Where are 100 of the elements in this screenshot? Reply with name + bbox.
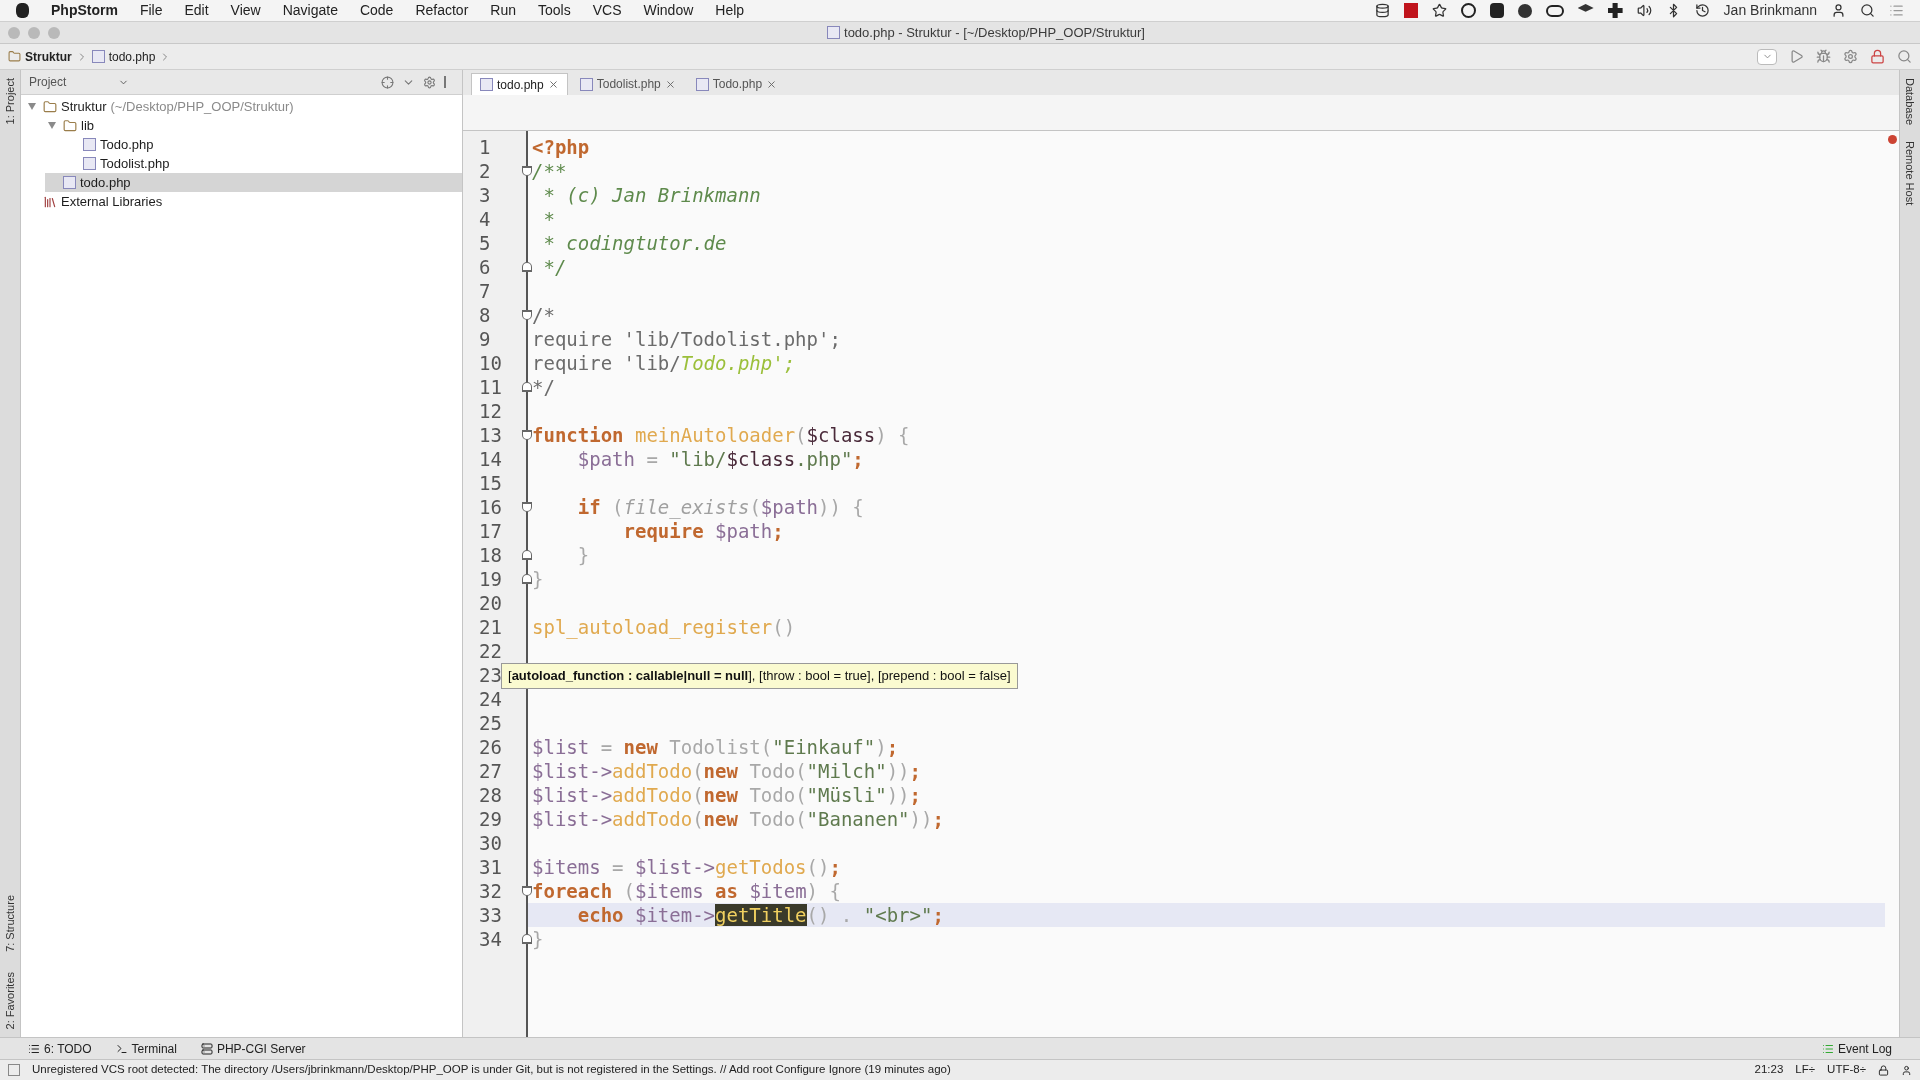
tray-icon[interactable]: [1545, 4, 1564, 17]
run-icon[interactable]: [1789, 49, 1804, 64]
code-line: <?php: [532, 134, 590, 160]
editor-tab[interactable]: Todo.php: [687, 73, 786, 95]
error-icon[interactable]: [1887, 135, 1897, 144]
event-log-tab[interactable]: Event Log: [1821, 1039, 1892, 1058]
tray-icon[interactable]: [1374, 3, 1390, 18]
code-line: require 'lib/Todo.php';: [532, 350, 796, 376]
user-name[interactable]: Jan Brinkmann: [1723, 0, 1817, 21]
menu-item[interactable]: Navigate: [282, 0, 338, 21]
tool-tab[interactable]: 6: TODO: [28, 1039, 92, 1058]
code-line: echo $item->getTitle() . "<br>";: [576, 902, 944, 928]
side-tab[interactable]: Remote Host: [1901, 141, 1919, 206]
code-line: /**: [532, 158, 567, 184]
editor-tab[interactable]: todo.php: [471, 73, 568, 95]
lock-icon[interactable]: [1878, 1064, 1889, 1076]
menu-item[interactable]: Tools: [538, 0, 571, 21]
time-machine-icon[interactable]: [1694, 3, 1710, 18]
file-encoding[interactable]: UTF-8÷: [1827, 1061, 1866, 1079]
fold-marker-icon[interactable]: [522, 886, 532, 896]
fold-marker-icon[interactable]: [522, 934, 532, 944]
star-icon[interactable]: [1431, 3, 1447, 18]
tree-label: External Libraries: [61, 192, 163, 211]
volume-icon[interactable]: [1636, 3, 1652, 18]
line-number: 18: [478, 542, 502, 568]
code-line: }: [532, 926, 544, 952]
tree-label: Todolist.php: [100, 154, 170, 173]
fold-marker-icon[interactable]: [522, 502, 532, 512]
tree-item[interactable]: Struktur (~/Desktop/PHP_OOP/Struktur): [25, 97, 462, 116]
tree-item[interactable]: Todolist.php: [65, 154, 462, 173]
php-file-icon: [63, 176, 76, 189]
code-line: $list->addTodo(new Todo("Bananen"));: [532, 806, 944, 832]
tool-tab[interactable]: Terminal: [115, 1039, 177, 1058]
line-number: 27: [478, 758, 502, 784]
code-line: $list->addTodo(new Todo("Müsli"));: [532, 782, 921, 808]
side-tab[interactable]: Database: [1901, 78, 1919, 126]
lock-icon[interactable]: [1870, 49, 1885, 64]
menu-item[interactable]: Help: [715, 0, 745, 21]
fold-marker-icon[interactable]: [522, 430, 532, 440]
tree-item[interactable]: lib: [45, 116, 462, 135]
line-number: 26: [478, 734, 502, 760]
line-number: 23: [478, 662, 502, 688]
code-line: }: [576, 542, 590, 568]
tool-tab-label: PHP-CGI Server: [216, 1040, 306, 1058]
expand-arrow-icon[interactable]: [28, 103, 36, 110]
tree-hint: (~/Desktop/PHP_OOP/Struktur): [110, 97, 294, 116]
gear-icon[interactable]: [1843, 49, 1858, 64]
code-line: $list->addTodo(new Todo("Milch"));: [532, 758, 921, 784]
line-number: 22: [478, 638, 502, 664]
line-number: 33: [478, 902, 502, 928]
close-icon[interactable]: [664, 78, 676, 90]
tree-item[interactable]: Todo.php: [65, 135, 462, 154]
app-menu[interactable]: PhpStorm: [51, 0, 118, 21]
line-number: 13: [478, 422, 502, 448]
menu-item[interactable]: Window: [643, 0, 694, 21]
menu-item[interactable]: Run: [490, 0, 516, 21]
tray-icon[interactable]: [1460, 3, 1476, 18]
user-icon[interactable]: [1831, 3, 1846, 18]
php-file-icon: [579, 77, 593, 91]
tree-item[interactable]: todo.php: [45, 173, 462, 192]
fold-marker-icon[interactable]: [522, 382, 532, 392]
side-tab[interactable]: 2: Favorites: [1, 971, 19, 1029]
fold-marker-icon[interactable]: [522, 574, 532, 584]
panel-toggle-icon[interactable]: [8, 1064, 20, 1076]
caret-position[interactable]: 21:23: [1754, 1061, 1784, 1079]
fold-marker-icon[interactable]: [522, 166, 532, 176]
menu-item[interactable]: Edit: [184, 0, 209, 21]
menu-item[interactable]: Refactor: [415, 0, 469, 21]
expand-arrow-icon[interactable]: [48, 122, 56, 129]
menu-item[interactable]: File: [139, 0, 163, 21]
breadcrumb[interactable]: Struktur: [25, 47, 72, 66]
side-tab[interactable]: 1: Project: [1, 78, 19, 125]
breadcrumb[interactable]: todo.php: [108, 47, 156, 66]
menu-item[interactable]: VCS: [592, 0, 622, 21]
line-number: 20: [478, 590, 502, 616]
menu-item[interactable]: View: [230, 0, 261, 21]
project-view-dropdown[interactable]: Project: [29, 73, 129, 91]
editor-tab[interactable]: Todolist.php: [571, 73, 684, 95]
tree-item[interactable]: External Libraries: [25, 192, 462, 211]
close-icon[interactable]: [766, 78, 778, 90]
fold-marker-icon[interactable]: [522, 310, 532, 320]
close-icon[interactable]: [547, 79, 559, 90]
fold-marker-icon[interactable]: [522, 262, 532, 272]
status-message: Unregistered VCS root detected: The directory /Users/jbrinkmann/Desktop/PHP_OOP is under Git, but is not registered in the Settings. // Add root Configure Ignore (19 minutes ago): [32, 1062, 951, 1078]
crosshair-icon[interactable]: [381, 75, 394, 89]
tree-label: todo.php: [80, 173, 131, 192]
settings-icon[interactable]: [423, 75, 436, 89]
tool-tab[interactable]: PHP-CGI Server: [200, 1039, 306, 1058]
parameter-tooltip: [autoload_function : callable|null = null], [throw : bool = true], [prepend : bool = false]: [501, 663, 1018, 689]
menu-item[interactable]: Code: [359, 0, 394, 21]
search-icon[interactable]: [1860, 3, 1875, 18]
side-tab[interactable]: 7: Structure: [1, 894, 19, 952]
debug-icon[interactable]: [1816, 49, 1831, 64]
tray-icon[interactable]: [1517, 3, 1532, 18]
tray-icon[interactable]: [1489, 3, 1504, 18]
code-line: */: [532, 374, 555, 400]
notifications-icon[interactable]: [1889, 3, 1904, 18]
line-separator[interactable]: LF÷: [1795, 1061, 1816, 1079]
line-number: 3: [478, 182, 491, 208]
fold-marker-icon[interactable]: [522, 550, 532, 560]
